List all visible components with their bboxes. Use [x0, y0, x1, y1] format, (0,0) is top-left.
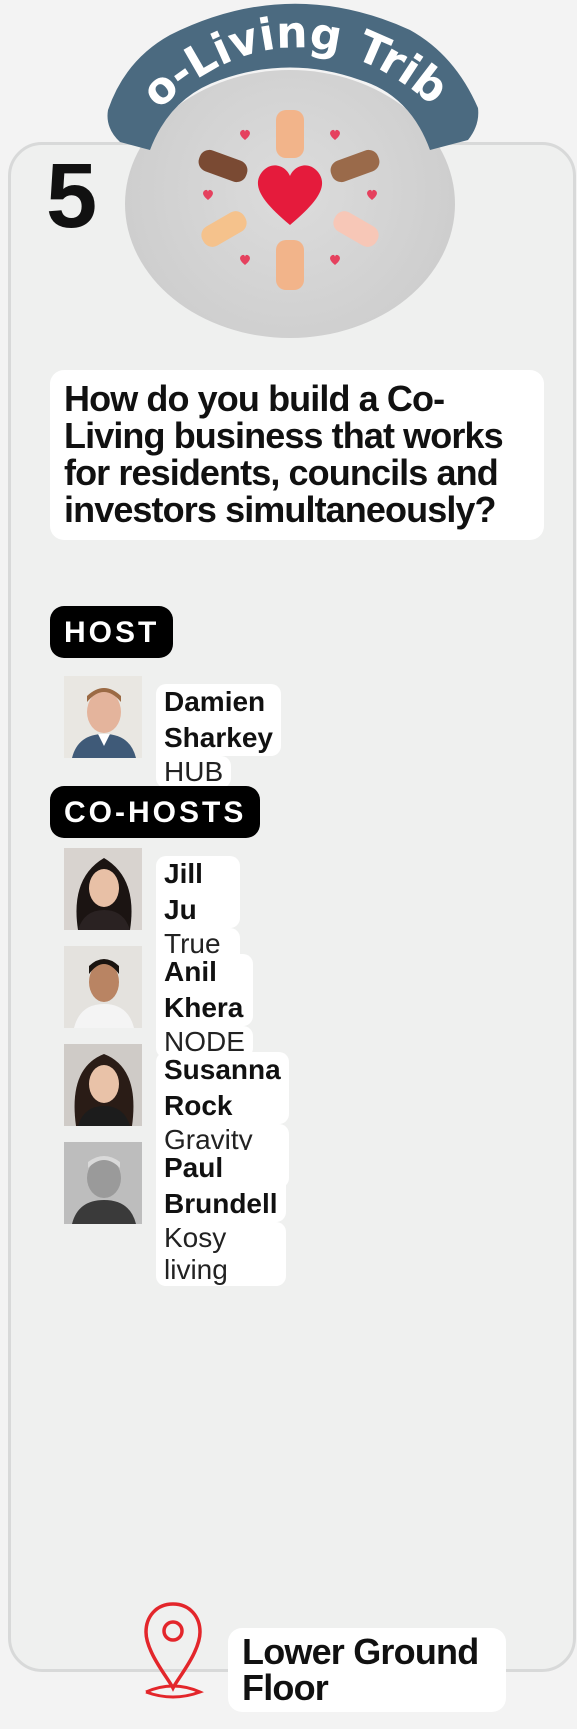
map-pin-icon — [144, 1602, 204, 1699]
session-question: How do you build a Co-Living business th… — [50, 370, 544, 540]
location-text: Lower Ground Floor — [242, 1631, 479, 1708]
person-name: Paul Brundell — [156, 1150, 286, 1222]
person-org: HUB — [156, 756, 232, 788]
person-org: Kosy living — [156, 1222, 286, 1286]
avatar — [64, 1044, 142, 1126]
hands-heart-icon — [198, 110, 380, 290]
avatar — [64, 676, 142, 758]
person-name: Jill Ju — [156, 856, 241, 928]
session-number: 5 — [46, 145, 98, 247]
cohosts-label: CO-HOSTS — [50, 786, 261, 838]
person-name: Anil Khera — [156, 954, 253, 1026]
avatar — [64, 1142, 142, 1224]
location-label: Lower Ground Floor — [228, 1628, 506, 1712]
person-name: Susanna Rock — [156, 1052, 289, 1124]
avatar — [64, 946, 142, 1028]
person-name: Damien Sharkey — [156, 684, 281, 756]
avatar — [64, 848, 142, 930]
host-label: HOST — [50, 606, 174, 658]
